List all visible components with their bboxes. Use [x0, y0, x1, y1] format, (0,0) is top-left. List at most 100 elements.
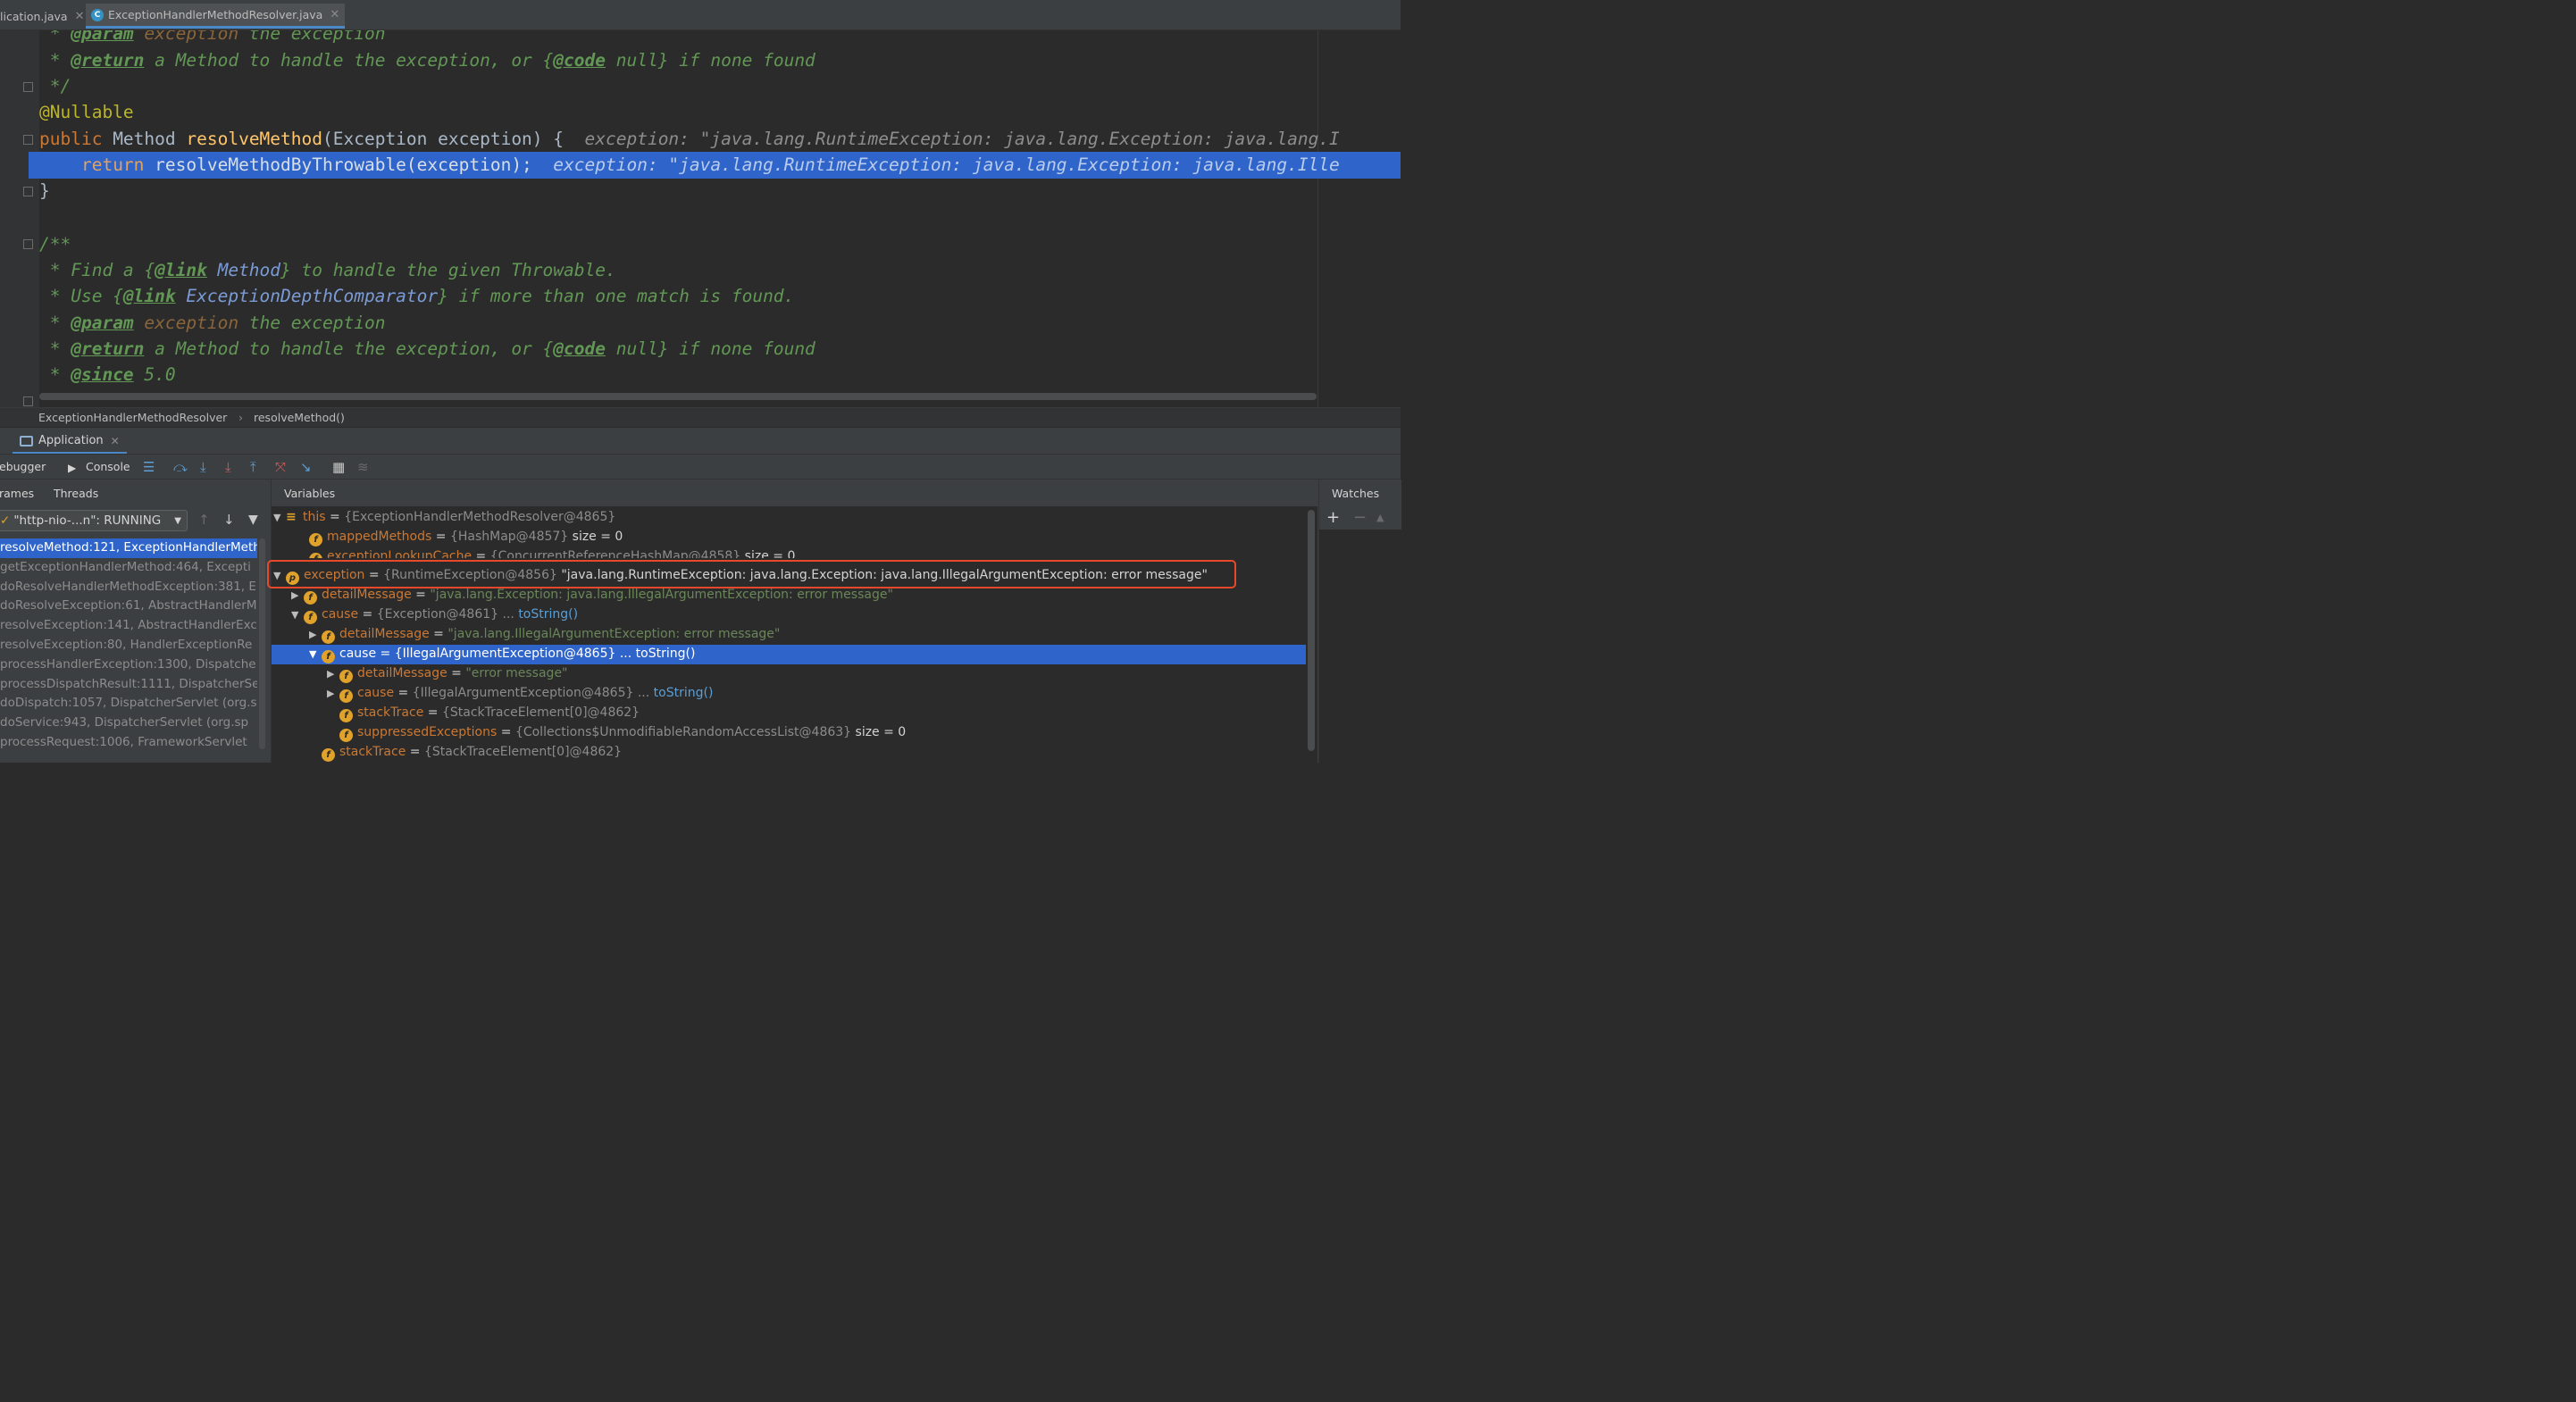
show-execution-point-icon[interactable]: ☰ [143, 459, 155, 475]
frame-item[interactable]: getExceptionHandlerMethod:464, Excepti [0, 558, 257, 578]
frame-item[interactable]: doResolveException:61, AbstractHandlerM [0, 597, 257, 616]
current-execution-line[interactable]: return resolveMethodByThrowable(exceptio… [29, 152, 1401, 179]
drop-frame-icon[interactable]: ⤧ [275, 459, 286, 475]
step-out-icon[interactable]: ⤒ [250, 459, 256, 475]
run-tab-label: Application [38, 434, 104, 447]
to-string-link[interactable]: toString() [636, 647, 696, 661]
code-line[interactable]: * @since 5.0 [39, 362, 1401, 388]
breadcrumb-class[interactable]: ExceptionHandlerMethodResolver [38, 411, 227, 424]
editor-gutter[interactable] [0, 30, 39, 407]
watches-header: Watches [1319, 480, 1401, 506]
code-line[interactable]: * Use {@link ExceptionDepthComparator} i… [39, 283, 1401, 310]
list-icon: ≡ [286, 510, 297, 524]
thread-selector[interactable]: ✓ "http-nio-...n": RUNNING ▼ [0, 510, 188, 531]
tab-console[interactable]: Console [86, 460, 130, 473]
code-line[interactable]: } [39, 178, 1401, 204]
fold-marker-icon[interactable] [23, 82, 33, 92]
field-icon: f [309, 533, 322, 547]
close-icon[interactable]: ✕ [75, 10, 85, 23]
code-line[interactable]: /** [39, 231, 1401, 258]
filter-icon[interactable]: ▼ [248, 513, 258, 527]
tab-frames[interactable]: rames [0, 487, 34, 500]
arrow-up-icon[interactable]: ↑ [198, 512, 210, 528]
code-line[interactable]: * @return a Method to handle the excepti… [39, 336, 1401, 363]
frame-item[interactable]: resolveMethod:121, ExceptionHandlerMeth [0, 538, 257, 558]
code-line[interactable]: * @return a Method to handle the excepti… [39, 47, 1401, 74]
evaluate-expression-icon[interactable]: ▦ [332, 459, 345, 475]
code-editor[interactable]: * @param exception the exception * @retu… [0, 30, 1401, 407]
trace-icon[interactable]: ≋ [357, 459, 369, 475]
class-icon: C [91, 8, 104, 21]
to-string-link[interactable]: toString() [518, 607, 578, 622]
variable-row[interactable]: f mappedMethods = {HashMap@4857} size = 0 [272, 528, 1306, 547]
move-up-icon[interactable]: ▲ [1376, 512, 1384, 523]
tab-threads[interactable]: Threads [54, 487, 98, 500]
variables-panel: Variables ▼ ≡ this = {ExceptionHandlerMeth… [271, 480, 1318, 764]
frame-item[interactable]: processHandlerException:1300, Dispatche [0, 655, 257, 675]
variable-row[interactable]: ▶ f detailMessage = "java.lang.IllegalArgu… [272, 625, 1306, 645]
variable-row[interactable]: ▼ ≡ this = {ExceptionHandlerMethodResolver… [272, 508, 1306, 528]
variable-row[interactable]: ▼ f cause = {Exception@4861} ... toString(… [272, 605, 1306, 625]
frame-item[interactable]: resolveException:80, HandlerExceptionRe [0, 636, 257, 655]
frame-item[interactable]: doResolveHandlerMethodException:381, E [0, 578, 257, 597]
variable-row[interactable]: f stackTrace = {StackTraceElement[0]@4862… [272, 743, 1306, 763]
code-line[interactable]: */ [39, 73, 1401, 100]
breadcrumb-method[interactable]: resolveMethod() [254, 411, 345, 424]
variable-row[interactable]: f stackTrace = {StackTraceElement[0]@4862… [272, 704, 1306, 723]
variable-row[interactable]: ▶ f detailMessage = "error message" [272, 664, 1306, 684]
step-into-icon[interactable]: ⤓ [200, 459, 206, 475]
chevron-right-icon[interactable]: ▶ [327, 684, 339, 704]
variable-row-selected[interactable]: ▼ f cause = {IllegalArgumentException@4865… [272, 645, 1306, 664]
to-string-link[interactable]: toString() [654, 686, 714, 700]
close-icon[interactable]: ✕ [111, 435, 120, 447]
inline-debug-value: exception: "java.lang.RuntimeException: … [564, 128, 1340, 149]
horizontal-scrollbar[interactable] [39, 393, 1317, 400]
add-icon[interactable]: + [1326, 508, 1340, 527]
field-icon: f [339, 670, 353, 683]
run-to-cursor-icon[interactable]: ↘ [300, 459, 312, 475]
fold-marker-icon[interactable] [23, 187, 33, 196]
code-line[interactable]: * @param exception the exception [39, 30, 1401, 47]
chevron-down-icon[interactable]: ▼ [273, 508, 286, 528]
step-over-icon[interactable]: ⤼ [173, 459, 188, 475]
variables-scrollbar[interactable] [1308, 510, 1315, 751]
chevron-down-icon[interactable]: ▼ [309, 645, 322, 664]
variable-row[interactable]: ▶ f cause = {IllegalArgumentException@4865… [272, 684, 1306, 704]
chevron-right-icon[interactable]: ▶ [309, 625, 322, 645]
frame-item[interactable]: processDispatchResult:1111, DispatcherSe [0, 675, 257, 695]
tab-label: ExceptionHandlerMethodResolver.java [108, 8, 323, 21]
code-line[interactable]: * @param exception the exception [39, 310, 1401, 337]
chevron-right-icon[interactable]: ▶ [291, 586, 304, 605]
arrow-down-icon[interactable]: ↓ [223, 512, 235, 528]
code-line[interactable]: public Method resolveMethod(Exception ex… [39, 126, 1401, 153]
variable-row[interactable]: f suppressedExceptions = {Collections$Unm… [272, 723, 1306, 743]
code-line[interactable]: * Find a {@link Method} to handle the gi… [39, 257, 1401, 284]
frame-item[interactable]: resolveException:141, AbstractHandlerExc [0, 616, 257, 636]
frame-item[interactable]: doService:943, DispatcherServlet (org.sp [0, 714, 257, 733]
chevron-down-icon[interactable]: ▼ [291, 605, 304, 625]
tab-exception-handler-method-resolver[interactable]: C ExceptionHandlerMethodResolver.java ✕ [86, 4, 346, 29]
tab-application[interactable]: Application ✕ [13, 430, 127, 455]
field-icon: f [322, 650, 335, 663]
highlight-box [267, 560, 1236, 588]
force-step-into-icon[interactable]: ⤓ [225, 459, 231, 475]
variable-row[interactable]: fexceptionLookupCache = {ConcurrentRefer… [272, 547, 1306, 558]
watches-panel: Watches + − ▲ [1318, 480, 1401, 764]
frame-item[interactable]: processRequest:1006, FrameworkServlet [0, 733, 257, 753]
tab-application-java[interactable]: lication.java ✕ [0, 4, 90, 29]
frames-scrollbar[interactable] [259, 538, 265, 749]
fold-marker-icon[interactable] [23, 239, 33, 249]
chevron-right-icon[interactable]: ▶ [327, 664, 339, 684]
watches-title: Watches [1332, 487, 1380, 500]
fold-marker-icon[interactable] [23, 135, 33, 145]
field-icon: f [339, 709, 353, 722]
frame-item[interactable]: doDispatch:1057, DispatcherServlet (org.… [0, 694, 257, 714]
fold-marker-icon[interactable] [23, 396, 33, 406]
variable-row[interactable]: ▶ f detailMessage = "java.lang.Exception: … [272, 586, 1306, 605]
close-icon[interactable]: ✕ [330, 8, 339, 21]
tab-debugger[interactable]: ebugger [0, 460, 46, 473]
console-icon: ▶ [68, 462, 77, 474]
remove-icon[interactable]: − [1353, 508, 1367, 527]
code-line[interactable]: @Nullable [39, 99, 1401, 126]
frames-panel: rames Threads ✓ "http-nio-...n": RUNNING… [0, 480, 268, 764]
